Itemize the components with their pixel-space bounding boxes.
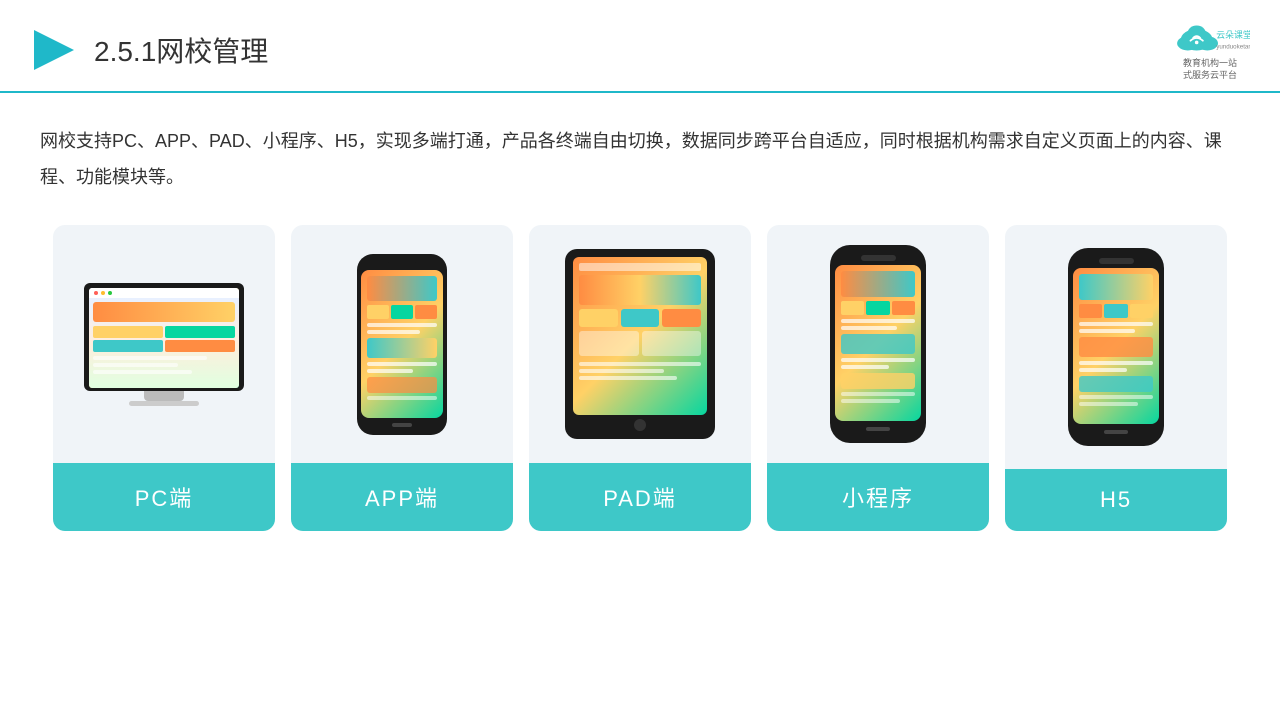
svg-text:云朵课堂: 云朵课堂	[1216, 29, 1250, 40]
svg-text:yunduoketang.com: yunduoketang.com	[1216, 44, 1250, 51]
card-h5: H5	[1005, 225, 1227, 531]
miniprogram-phone	[830, 245, 926, 443]
h5-screen	[1073, 268, 1159, 424]
card-miniprogram: 小程序	[767, 225, 989, 531]
device-cards-container: PC端	[40, 225, 1240, 531]
card-app: APP端	[291, 225, 513, 531]
miniprogram-notch	[861, 255, 896, 261]
card-pc-image	[53, 225, 275, 463]
app-phone	[357, 254, 447, 435]
card-miniprogram-label: 小程序	[767, 463, 989, 531]
logo-tagline: 教育机构一站 式服务云平台	[1183, 58, 1237, 81]
card-pad: PAD端	[529, 225, 751, 531]
app-phone-notch	[387, 262, 417, 267]
description-text: 网校支持PC、APP、PAD、小程序、H5，实现多端打通，产品各终端自由切换，数…	[40, 123, 1240, 195]
h5-phone	[1068, 248, 1164, 446]
card-miniprogram-image	[767, 225, 989, 463]
logo-area: 云朵课堂 yunduoketang.com 教育机构一站 式服务云平台	[1170, 18, 1250, 81]
pad-tablet	[565, 249, 715, 439]
card-app-label: APP端	[291, 463, 513, 531]
main-content: 网校支持PC、APP、PAD、小程序、H5，实现多端打通，产品各终端自由切换，数…	[0, 93, 1280, 551]
card-h5-image	[1005, 225, 1227, 469]
pc-stand	[144, 391, 184, 401]
app-phone-screen	[361, 270, 443, 418]
pc-monitor	[84, 283, 244, 391]
pc-monitor-wrap	[84, 283, 244, 406]
header-left: 2.5.1网校管理	[30, 26, 268, 74]
logo-icon: 云朵课堂 yunduoketang.com	[1170, 18, 1250, 58]
pad-screen	[573, 257, 707, 415]
play-icon	[30, 26, 78, 74]
card-pad-image	[529, 225, 751, 463]
h5-notch	[1099, 258, 1134, 264]
card-h5-label: H5	[1005, 469, 1227, 531]
miniprogram-screen	[835, 265, 921, 421]
card-pc: PC端	[53, 225, 275, 531]
page-title: 2.5.1网校管理	[94, 30, 268, 70]
pc-screen	[89, 288, 239, 388]
card-pad-label: PAD端	[529, 463, 751, 531]
pc-base	[129, 401, 199, 406]
card-app-image	[291, 225, 513, 463]
card-pc-label: PC端	[53, 463, 275, 531]
page-header: 2.5.1网校管理 云朵课堂 yunduoketang.com 教育机构一站 式…	[0, 0, 1280, 93]
